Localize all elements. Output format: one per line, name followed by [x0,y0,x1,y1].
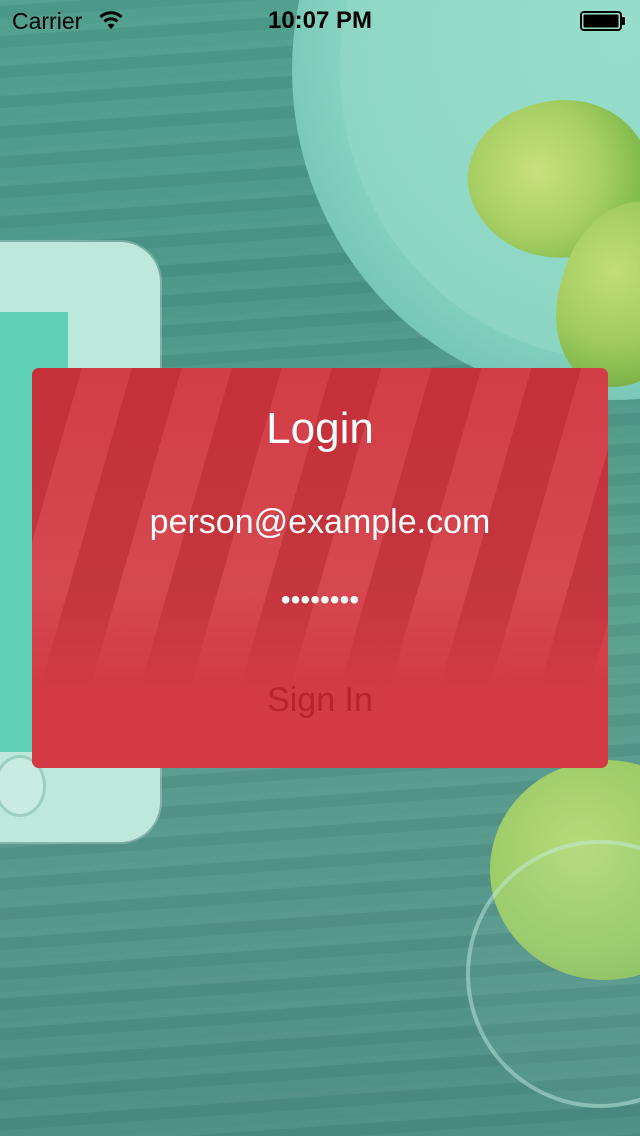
sign-in-button[interactable]: Sign In [200,676,440,724]
login-title: Login [266,404,374,453]
email-field[interactable] [120,500,520,544]
battery-icon [580,11,625,31]
status-bar: Carrier 10:07 PM [0,0,640,40]
clock: 10:07 PM [267,7,373,34]
password-field[interactable]: •••••••• [120,584,520,618]
